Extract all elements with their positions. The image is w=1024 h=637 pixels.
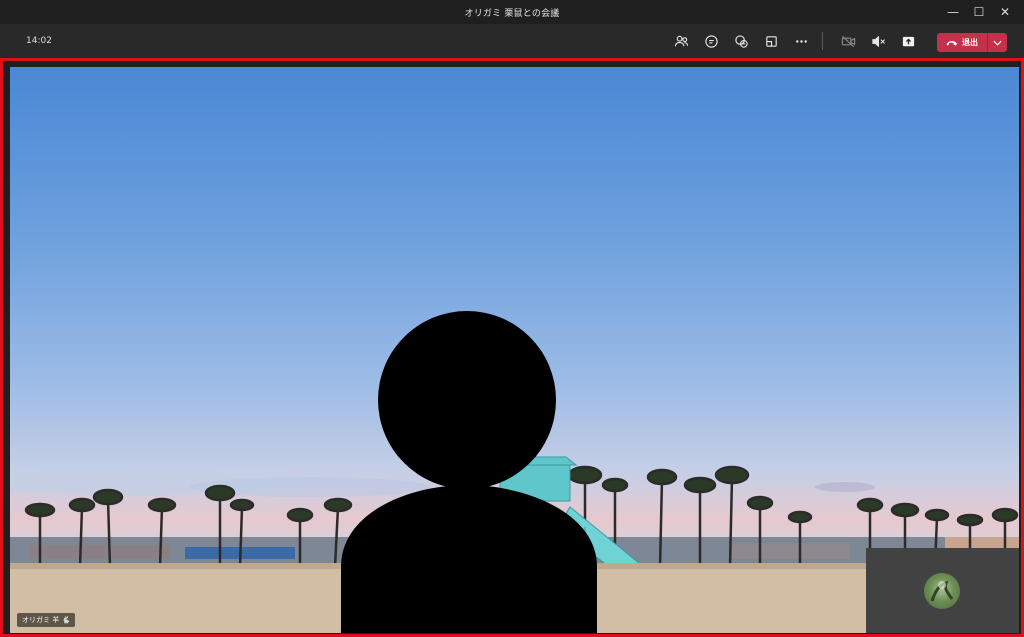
window-controls: — ☐ ✕ — [940, 0, 1018, 24]
share-content-button[interactable] — [893, 24, 923, 58]
reactions-button[interactable] — [726, 24, 756, 58]
leave-options-button[interactable] — [988, 33, 1007, 52]
camera-off-icon — [841, 35, 855, 47]
close-button[interactable]: ✕ — [992, 0, 1018, 24]
participants-icon — [674, 35, 688, 46]
avatar-image — [930, 580, 954, 602]
leave-button-group: 退出 — [937, 33, 1007, 52]
chevron-down-icon — [993, 40, 1002, 46]
minimize-button[interactable]: — — [940, 0, 966, 24]
mute-toggle-button[interactable] — [863, 24, 893, 58]
share-content-icon — [902, 36, 914, 46]
toolbar-actions — [666, 24, 923, 58]
participants-button[interactable] — [666, 24, 696, 58]
more-options-icon — [795, 39, 807, 43]
self-view-tile[interactable] — [866, 548, 1019, 633]
chat-button[interactable] — [696, 24, 726, 58]
reactions-icon — [734, 34, 748, 48]
maximize-button[interactable]: ☐ — [966, 0, 992, 24]
self-avatar — [924, 573, 960, 609]
meeting-timer: 14:02 — [26, 36, 52, 46]
share-tray-icon — [765, 35, 777, 47]
title-bar: オリガミ 栗鼠との会議 — ☐ ✕ — [0, 0, 1024, 24]
toolbar-divider — [822, 32, 823, 50]
window-title: オリガミ 栗鼠との会議 — [464, 8, 560, 19]
chat-icon — [704, 34, 718, 48]
participant-video: オリガミ 羊 🐇 — [10, 67, 1019, 633]
meeting-stage: オリガミ 羊 🐇 — [0, 58, 1024, 637]
speaker-mute-icon — [871, 35, 885, 47]
leave-label: 退出 — [962, 38, 978, 47]
leave-button[interactable]: 退出 — [937, 33, 987, 52]
meeting-toolbar: 14:02 退出 — [0, 24, 1024, 58]
participant-name-label: オリガミ 羊 🐇 — [17, 613, 76, 627]
phone-hangup-icon — [946, 40, 958, 46]
more-options-button[interactable] — [786, 24, 816, 58]
share-tray-button[interactable] — [756, 24, 786, 58]
camera-toggle-button[interactable] — [833, 24, 863, 58]
